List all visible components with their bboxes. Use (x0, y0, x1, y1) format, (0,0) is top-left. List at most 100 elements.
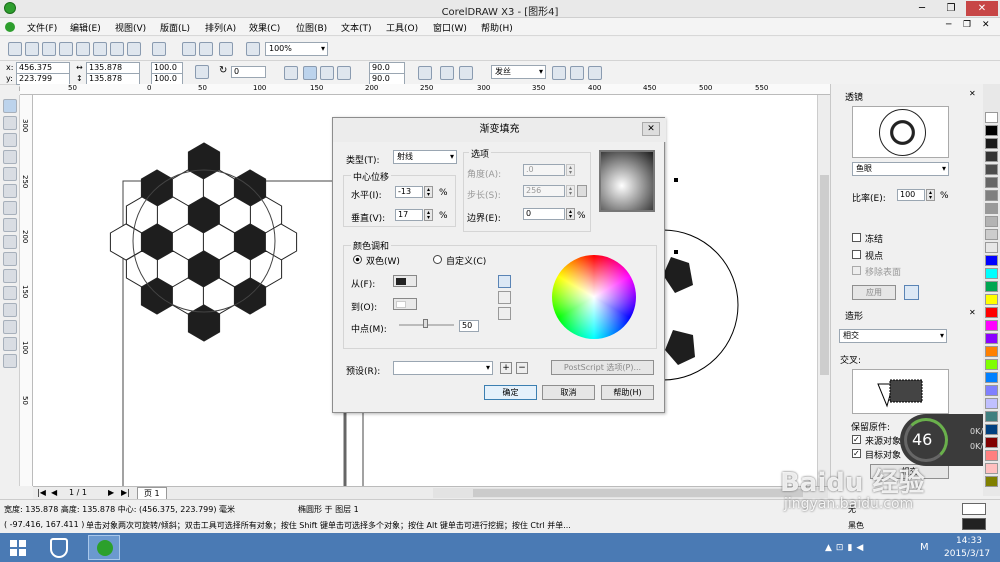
copy-icon[interactable] (93, 42, 107, 56)
palette-swatch[interactable] (985, 294, 998, 305)
zoom-select[interactable]: 100% ▾ (265, 42, 328, 56)
palette-swatch[interactable] (985, 372, 998, 383)
pie-icon[interactable] (320, 66, 334, 80)
midpoint-slider-thumb[interactable] (423, 319, 428, 328)
menu-help[interactable]: 帮助(H) (481, 21, 513, 34)
mdi-close-button[interactable]: ✕ (982, 20, 990, 30)
menu-file[interactable]: 文件(F) (27, 21, 57, 34)
prev-page-icon[interactable]: ◀ (51, 488, 57, 497)
launcher-icon[interactable] (219, 42, 233, 56)
vertical-scrollbar[interactable] (817, 95, 830, 486)
new-icon[interactable] (8, 42, 22, 56)
palette-swatch[interactable] (985, 125, 998, 136)
blend-tool-icon[interactable] (3, 286, 17, 300)
lens-type-select[interactable]: 鱼眼 ▾ (852, 162, 949, 176)
direction-icon[interactable] (418, 66, 432, 80)
smart-fill-tool-icon[interactable] (3, 184, 17, 198)
clock-date[interactable]: 2015/3/17 (944, 549, 990, 559)
midpoint-field[interactable]: 50 (459, 320, 479, 332)
to-color-button[interactable] (393, 298, 417, 310)
vertical-spinner[interactable]: ▴ ▾ (424, 209, 433, 221)
first-page-icon[interactable]: |◀ (37, 488, 46, 497)
palette-swatch[interactable] (985, 437, 998, 448)
menu-layout[interactable]: 版面(L) (160, 21, 190, 34)
scroll-thumb[interactable] (820, 175, 829, 375)
polygon-tool-icon[interactable] (3, 235, 17, 249)
import-icon[interactable] (182, 42, 196, 56)
outline-tool-icon[interactable] (3, 320, 17, 334)
shape-tool-icon[interactable] (3, 116, 17, 130)
wrap-option-icon[interactable] (459, 66, 473, 80)
color-wheel[interactable] (552, 255, 636, 339)
palette-swatch[interactable] (985, 411, 998, 422)
edge-pad-field[interactable]: 0 (523, 208, 565, 220)
palette-swatch[interactable] (985, 346, 998, 357)
palette-swatch[interactable] (985, 424, 998, 435)
palette-swatch[interactable] (985, 476, 998, 487)
source-checkbox[interactable]: ✓ (852, 435, 861, 444)
ccw-path-icon[interactable] (498, 291, 511, 304)
eyedropper-tool-icon[interactable] (3, 303, 17, 317)
palette-swatch[interactable] (985, 177, 998, 188)
interactive-fill-tool-icon[interactable] (3, 354, 17, 368)
remove-face-checkbox[interactable] (852, 266, 861, 275)
palette-swatch[interactable] (985, 229, 998, 240)
vertical-field[interactable]: 17 (395, 209, 423, 221)
palette-swatch[interactable] (985, 385, 998, 396)
rate-field[interactable]: 100 (897, 189, 925, 201)
dialog-close-button[interactable]: ✕ (642, 122, 660, 136)
open-icon[interactable] (25, 42, 39, 56)
menu-text[interactable]: 文本(T) (341, 21, 372, 34)
redo-icon[interactable] (152, 42, 166, 56)
docker-close-icon[interactable]: ✕ (969, 89, 976, 98)
cancel-button[interactable]: 取消 (542, 385, 595, 400)
rectangle-tool-icon[interactable] (3, 201, 17, 215)
windows-start-icon[interactable] (10, 540, 26, 556)
palette-swatch[interactable] (985, 268, 998, 279)
ellipse-tool-icon[interactable] (3, 218, 17, 232)
direct-path-icon[interactable] (498, 275, 511, 288)
minimize-button[interactable]: ─ (908, 1, 936, 16)
preset-select[interactable]: ▾ (393, 361, 493, 375)
fill-tool-icon[interactable] (3, 337, 17, 351)
cut-icon[interactable] (76, 42, 90, 56)
basic-shapes-tool-icon[interactable] (3, 252, 17, 266)
mirror-h-icon[interactable] (284, 66, 298, 80)
palette-swatch[interactable] (985, 333, 998, 344)
lock-icon[interactable] (577, 185, 587, 197)
palette-swatch[interactable] (985, 281, 998, 292)
target-checkbox[interactable]: ✓ (852, 449, 861, 458)
apply-button[interactable]: 应用 (852, 285, 896, 300)
menu-view[interactable]: 视图(V) (115, 21, 146, 34)
welcome-icon[interactable] (246, 42, 260, 56)
palette-swatch[interactable] (985, 320, 998, 331)
save-icon[interactable] (42, 42, 56, 56)
menu-edit[interactable]: 编辑(E) (70, 21, 101, 34)
rate-spinner[interactable]: ▴ ▾ (926, 189, 935, 201)
scroll-thumb[interactable] (473, 489, 803, 497)
horizontal-spinner[interactable]: ▴ ▾ (424, 186, 433, 198)
viewpoint-checkbox[interactable] (852, 250, 861, 259)
help-button[interactable]: 帮助(H) (601, 385, 654, 400)
apply-lock-icon[interactable] (904, 285, 919, 300)
palette-swatch[interactable] (985, 242, 998, 253)
horizontal-field[interactable]: -13 (395, 186, 423, 198)
menu-window[interactable]: 窗口(W) (433, 21, 467, 34)
ok-button[interactable]: 确定 (484, 385, 537, 400)
angle-field[interactable]: 0 (231, 66, 266, 78)
ime-indicator[interactable]: M (920, 542, 929, 553)
palette-swatch[interactable] (985, 463, 998, 474)
paste-icon[interactable] (110, 42, 124, 56)
close-button[interactable]: ✕ (966, 1, 998, 16)
shaping-mode-select[interactable]: 相交 ▾ (839, 329, 947, 343)
palette-swatch[interactable] (985, 151, 998, 162)
remove-preset-icon[interactable]: − (516, 362, 528, 374)
next-page-icon[interactable]: ▶ (108, 488, 114, 497)
palette-swatch[interactable] (985, 307, 998, 318)
palette-swatch[interactable] (985, 450, 998, 461)
mdi-minimize-button[interactable]: ─ (946, 20, 951, 30)
outline-icon[interactable] (570, 66, 584, 80)
undo-icon[interactable] (127, 42, 141, 56)
angle-spinner[interactable]: ▴ ▾ (566, 164, 575, 176)
edge-pad-spinner[interactable]: ▴ ▾ (566, 208, 575, 220)
